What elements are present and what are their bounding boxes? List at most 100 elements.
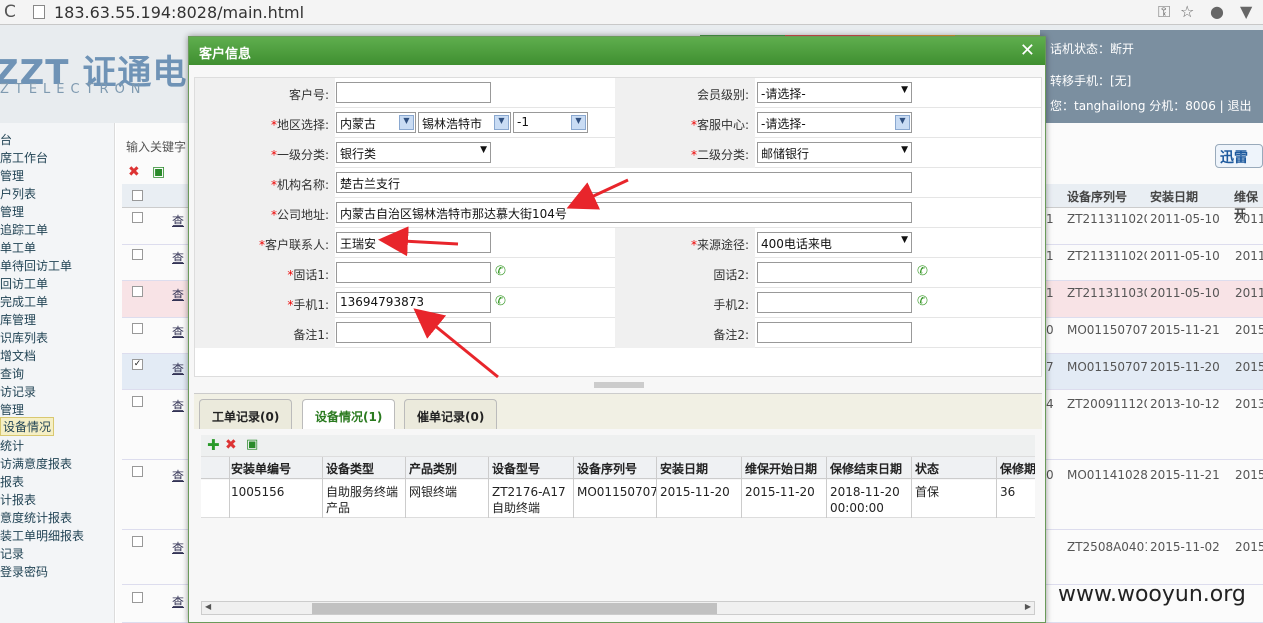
tab-devices[interactable]: 设备情况(1) bbox=[302, 399, 396, 429]
row-link[interactable]: 查 bbox=[172, 467, 184, 484]
phone-icon[interactable]: ✆ bbox=[495, 294, 507, 309]
row-checkbox[interactable] bbox=[132, 466, 143, 477]
col-serial[interactable]: 设备序列号 bbox=[1067, 188, 1127, 205]
col-serial[interactable]: 设备序列号 bbox=[577, 460, 637, 477]
service-center-select[interactable]: -请选择- ▼ bbox=[757, 112, 912, 133]
phone-icon[interactable]: ✆ bbox=[917, 294, 929, 309]
horizontal-scrollbar[interactable]: ◀ ▶ bbox=[201, 601, 1035, 615]
sidebar-item[interactable]: 识库列表 bbox=[0, 329, 48, 346]
menu-icon[interactable]: ▼ bbox=[1240, 2, 1252, 21]
sidebar-item[interactable]: 台 bbox=[0, 131, 12, 148]
scroll-left-icon[interactable]: ◀ bbox=[205, 602, 211, 611]
col-date[interactable]: 安装日期 bbox=[1150, 188, 1198, 205]
row-checkbox[interactable] bbox=[132, 323, 143, 334]
row-checkbox-checked[interactable]: ✓ bbox=[132, 359, 143, 370]
export-icon[interactable]: ▣ bbox=[152, 164, 165, 180]
delete-icon[interactable]: ✖ bbox=[128, 164, 140, 180]
contact-input[interactable]: 王瑞安 bbox=[336, 232, 491, 253]
user-info[interactable]: 您：tanghailong 分机：8006 | 退出 bbox=[1050, 97, 1252, 114]
col-install-no[interactable]: 安装单编号 bbox=[231, 460, 291, 477]
phone-icon[interactable]: ✆ bbox=[495, 264, 507, 279]
star-icon[interactable]: ☆ bbox=[1180, 2, 1194, 21]
phone-icon[interactable]: ✆ bbox=[917, 264, 929, 279]
sidebar-item[interactable]: 单待回访工单 bbox=[0, 257, 72, 274]
delete-icon[interactable]: ✖ bbox=[225, 437, 237, 453]
sidebar-item[interactable]: 单工单 bbox=[0, 239, 36, 256]
sidebar-item[interactable]: 装工单明细报表 bbox=[0, 527, 84, 544]
col-maint-start[interactable]: 维保开始日期 bbox=[745, 460, 817, 477]
row-link[interactable]: 查 bbox=[172, 360, 184, 377]
source-select[interactable]: 400电话来电 ▼ bbox=[757, 232, 912, 253]
note2-input[interactable] bbox=[757, 322, 912, 343]
key-icon[interactable]: ⚿ bbox=[1158, 2, 1170, 22]
sidebar-item[interactable]: 户列表 bbox=[0, 185, 36, 202]
col-install-date[interactable]: 安装日期 bbox=[660, 460, 708, 477]
sidebar-item[interactable]: 席工作台 bbox=[0, 149, 48, 166]
org-input[interactable]: 楚古兰支行 bbox=[336, 172, 912, 193]
sidebar-item[interactable]: 计报表 bbox=[0, 491, 36, 508]
splitter-handle[interactable] bbox=[594, 382, 644, 388]
cat1-select[interactable]: 银行类 ▼ bbox=[336, 142, 491, 163]
sidebar-item[interactable]: 访记录 bbox=[0, 383, 36, 400]
address-bar[interactable]: 183.63.55.194:8028/main.html bbox=[54, 3, 304, 22]
row-checkbox[interactable] bbox=[132, 212, 143, 223]
tab-work-orders[interactable]: 工单记录(0) bbox=[199, 399, 293, 429]
sidebar-item[interactable]: 完成工单 bbox=[0, 293, 48, 310]
sidebar-item[interactable]: 记录 bbox=[0, 545, 24, 562]
col-model[interactable]: 设备型号 bbox=[492, 460, 540, 477]
export-icon[interactable]: ▣ bbox=[246, 437, 258, 452]
row-checkbox[interactable] bbox=[132, 396, 143, 407]
close-icon[interactable]: ✕ bbox=[1020, 40, 1035, 61]
row-checkbox[interactable] bbox=[132, 249, 143, 260]
row-link[interactable]: 查 bbox=[172, 249, 184, 266]
district-select[interactable]: -1 ▼ bbox=[513, 112, 588, 133]
province-select[interactable]: 内蒙古 ▼ bbox=[336, 112, 416, 133]
row-link[interactable]: 查 bbox=[172, 539, 184, 556]
sidebar-item[interactable]: 管理 bbox=[0, 401, 24, 418]
col-product-cat[interactable]: 产品类别 bbox=[409, 460, 457, 477]
row-link[interactable]: 查 bbox=[172, 286, 184, 303]
sidebar-item[interactable]: 报表 bbox=[0, 473, 24, 490]
col-warranty-end[interactable]: 保修结束日期 bbox=[830, 460, 902, 477]
sidebar-item-active[interactable]: 设备情况 bbox=[0, 417, 55, 436]
scroll-right-icon[interactable]: ▶ bbox=[1025, 602, 1031, 611]
row-checkbox[interactable] bbox=[132, 592, 143, 603]
sidebar-item[interactable]: 管理 bbox=[0, 167, 24, 184]
row-link[interactable]: 查 bbox=[172, 593, 184, 610]
col-warranty-period[interactable]: 保修期 bbox=[1000, 460, 1035, 477]
select-all-checkbox[interactable] bbox=[132, 190, 143, 201]
col-status[interactable]: 状态 bbox=[915, 460, 939, 477]
city-select[interactable]: 锡林浩特市 ▼ bbox=[418, 112, 511, 133]
mobile2-input[interactable] bbox=[757, 292, 912, 313]
add-icon[interactable]: ✚ bbox=[207, 436, 220, 454]
sidebar-item[interactable]: 访满意度报表 bbox=[0, 455, 72, 472]
table-row[interactable]: 1005156 自助服务终端产品 网银终端 ZT2176-A17自助终端 MO0… bbox=[201, 480, 1035, 518]
sidebar-item[interactable]: 库管理 bbox=[0, 311, 36, 328]
xunlei-button[interactable]: 迅雷 bbox=[1215, 144, 1263, 168]
sidebar-item[interactable]: 管理 bbox=[0, 203, 24, 220]
row-checkbox[interactable] bbox=[132, 286, 143, 297]
row-link[interactable]: 查 bbox=[172, 397, 184, 414]
sidebar-item[interactable]: 增文档 bbox=[0, 347, 36, 364]
scrollbar-thumb[interactable] bbox=[312, 603, 717, 614]
tab-reminders[interactable]: 催单记录(0) bbox=[404, 399, 498, 429]
sidebar-item[interactable]: 统计 bbox=[0, 437, 24, 454]
row-link[interactable]: 查 bbox=[172, 323, 184, 340]
sidebar-item[interactable]: 查询 bbox=[0, 365, 24, 382]
note1-input[interactable] bbox=[336, 322, 491, 343]
cat2-select[interactable]: 邮储银行 ▼ bbox=[757, 142, 912, 163]
address-input[interactable]: 内蒙古自治区锡林浩特市那达慕大街104号 bbox=[336, 202, 912, 223]
member-level-select[interactable]: -请选择- ▼ bbox=[757, 82, 912, 103]
globe-icon[interactable]: ● bbox=[1210, 2, 1224, 21]
mobile1-input[interactable]: 13694793873 bbox=[336, 292, 491, 313]
row-checkbox[interactable] bbox=[132, 536, 143, 547]
tel2-input[interactable] bbox=[757, 262, 912, 283]
tel1-input[interactable] bbox=[336, 262, 491, 283]
col-device-type[interactable]: 设备类型 bbox=[326, 460, 374, 477]
customer-no-input[interactable] bbox=[336, 82, 491, 103]
sidebar-item[interactable]: 追踪工单 bbox=[0, 221, 48, 238]
reload-icon[interactable]: C bbox=[4, 2, 16, 22]
sidebar-item[interactable]: 意度统计报表 bbox=[0, 509, 72, 526]
sidebar-item[interactable]: 登录密码 bbox=[0, 563, 48, 580]
row-link[interactable]: 查 bbox=[172, 212, 184, 229]
